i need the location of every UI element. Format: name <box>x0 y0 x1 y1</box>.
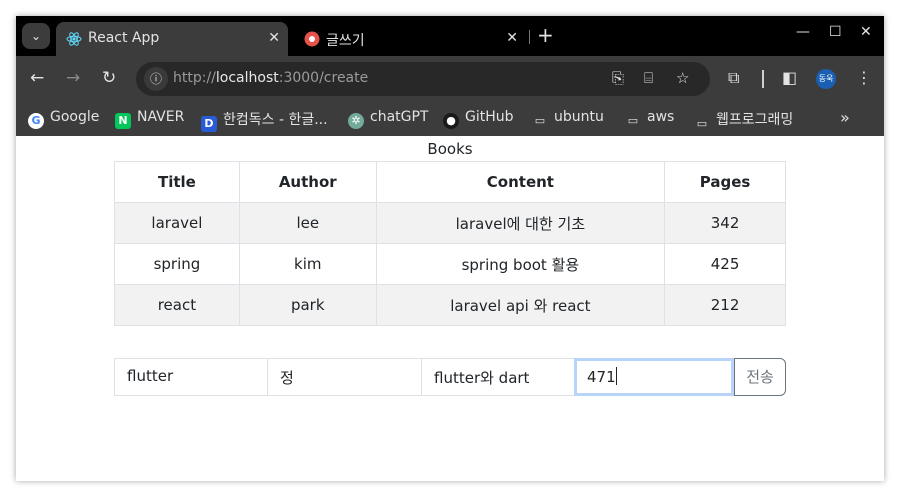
url-path: :3000/create <box>278 70 369 86</box>
back-arrow-icon[interactable]: ← <box>30 68 44 88</box>
pages-input-value: 471 <box>587 368 616 386</box>
table-caption: Books <box>427 140 473 158</box>
author-input-value: 정 <box>280 369 294 387</box>
menu-kebab-icon[interactable]: ⋮ <box>856 68 872 87</box>
url-scheme: http:// <box>173 70 216 86</box>
bookmark-hancom[interactable]: D 한컴독스 - 한글... <box>201 109 328 132</box>
bookmark-webprogramming[interactable]: ▭ 웹프로그래밍 <box>694 109 794 130</box>
folder-icon: ▭ <box>534 114 546 127</box>
browser-window: ⌄ React App ✕ 글쓰기 ✕ + — ☐ ✕ ← → ↻ ⓘ http… <box>16 16 884 481</box>
column-header-author: Author <box>238 161 377 203</box>
cell-pages: 425 <box>664 243 786 285</box>
google-icon: G <box>28 113 44 129</box>
profile-avatar[interactable]: 동욱 <box>816 69 836 89</box>
bookmark-github[interactable]: ● GitHub <box>443 109 514 129</box>
cell-title: react <box>114 284 240 326</box>
bookmark-aws[interactable]: ▭ aws <box>625 109 675 129</box>
tab-strip: ⌄ React App ✕ 글쓰기 ✕ + — ☐ ✕ <box>16 16 884 56</box>
bookmark-label: 한컴독스 - 한글... <box>223 112 328 128</box>
tab-search-button[interactable]: ⌄ <box>22 23 50 49</box>
cell-title: spring <box>114 243 240 285</box>
url-host: localhost <box>215 70 279 86</box>
column-header-title: Title <box>114 161 240 203</box>
content-input[interactable]: flutter와 dart <box>421 358 576 396</box>
bookmark-label: NAVER <box>137 109 185 125</box>
bookmark-chatgpt[interactable]: ✲ chatGPT <box>348 109 428 129</box>
table-header-row: Title Author Content Pages <box>114 161 786 203</box>
author-input[interactable]: 정 <box>267 358 422 396</box>
minimize-icon[interactable]: — <box>796 24 810 40</box>
tab-write[interactable]: 글쓰기 ✕ <box>294 22 526 56</box>
chatgpt-icon: ✲ <box>348 113 364 129</box>
pages-input[interactable]: 471 <box>574 358 734 396</box>
hancom-icon: D <box>201 116 217 132</box>
install-app-icon[interactable]: ⎘ <box>612 69 624 87</box>
github-icon: ● <box>443 113 459 129</box>
url-text[interactable]: http://localhost:3000/create <box>173 70 368 86</box>
toolbar-divider <box>762 70 764 88</box>
site-info-icon[interactable]: ⓘ <box>144 67 168 91</box>
create-book-form: flutter 정 flutter와 dart 471 전송 <box>114 358 786 396</box>
content-input-value: flutter와 dart <box>434 369 530 387</box>
title-input[interactable]: flutter <box>114 358 268 396</box>
close-icon[interactable]: ✕ <box>506 30 518 46</box>
maximize-icon[interactable]: ☐ <box>829 24 842 40</box>
naver-icon: N <box>115 113 131 129</box>
page-content: Books Title Author Content Pages laravel… <box>16 136 884 481</box>
books-table: Title Author Content Pages laravel lee l… <box>114 161 786 326</box>
side-panel-icon[interactable]: ◧ <box>782 68 797 87</box>
text-cursor <box>615 367 617 385</box>
bookmark-label: chatGPT <box>370 109 429 125</box>
browser-toolbar: ← → ↻ ⓘ http://localhost:3000/create ⎘ ⌸… <box>16 56 884 102</box>
tab-title: 글쓰기 <box>326 33 365 49</box>
cell-content: laravel에 대한 기초 <box>375 202 666 244</box>
column-header-pages: Pages <box>664 161 786 203</box>
title-input-value: flutter <box>127 367 174 385</box>
table-row: react park laravel api 와 react 212 <box>114 284 786 326</box>
window-close-icon[interactable]: ✕ <box>860 24 872 40</box>
bookmark-ubuntu[interactable]: ▭ ubuntu <box>532 109 604 129</box>
tab-title: React App <box>88 30 160 46</box>
folder-icon: ▭ <box>627 114 639 127</box>
chevron-down-icon: ⌄ <box>30 29 42 43</box>
reload-icon[interactable]: ↻ <box>102 68 116 88</box>
cell-content: spring boot 활용 <box>375 243 666 285</box>
react-icon <box>66 32 82 46</box>
bookmark-label: GitHub <box>465 109 514 125</box>
table-row: spring kim spring boot 활용 425 <box>114 243 786 285</box>
submit-button[interactable]: 전송 <box>734 358 786 396</box>
tab-divider <box>529 30 530 44</box>
bookmark-google[interactable]: G Google <box>28 109 99 129</box>
bookmark-label: 웹프로그래밍 <box>716 112 794 128</box>
cell-content: laravel api 와 react <box>375 284 666 326</box>
forward-arrow-icon[interactable]: → <box>66 68 80 88</box>
new-tab-button[interactable]: + <box>537 23 554 47</box>
extensions-icon[interactable]: ⧉ <box>728 68 739 88</box>
cell-author: park <box>238 284 377 326</box>
bookmark-label: Google <box>50 109 100 125</box>
bookmarks-bar: G Google N NAVER D 한컴독스 - 한글... ✲ chatGPT ● G… <box>16 102 884 136</box>
app-favicon <box>304 31 320 47</box>
folder-icon: ▭ <box>696 117 708 130</box>
address-bar[interactable]: ⓘ http://localhost:3000/create ⎘ ⌸ ☆ <box>136 62 710 96</box>
translate-icon[interactable]: ⌸ <box>644 69 653 87</box>
tab-react-app[interactable]: React App ✕ <box>56 22 288 56</box>
bookmark-label: aws <box>647 109 675 125</box>
cell-pages: 212 <box>664 284 786 326</box>
bookmark-star-icon[interactable]: ☆ <box>676 69 689 87</box>
close-icon[interactable]: ✕ <box>268 30 280 46</box>
bookmark-naver[interactable]: N NAVER <box>115 109 184 129</box>
more-bookmarks-button[interactable]: » <box>840 108 850 127</box>
table-row: laravel lee laravel에 대한 기초 342 <box>114 202 786 244</box>
cell-author: kim <box>238 243 377 285</box>
column-header-content: Content <box>375 161 666 203</box>
bookmark-label: ubuntu <box>554 109 604 125</box>
cell-pages: 342 <box>664 202 786 244</box>
cell-author: lee <box>238 202 377 244</box>
cell-title: laravel <box>114 202 240 244</box>
